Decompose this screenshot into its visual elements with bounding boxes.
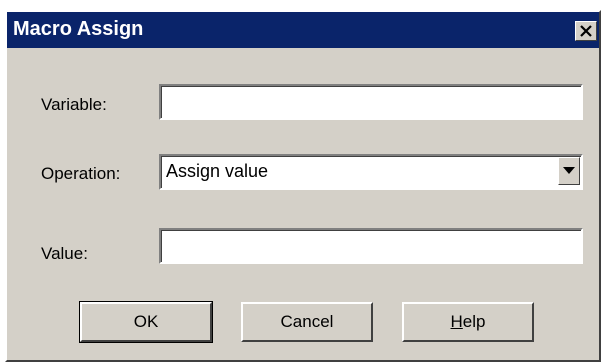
help-button-label: elp	[462, 312, 486, 331]
chevron-down-icon	[563, 167, 575, 174]
help-mnemonic: H	[450, 312, 463, 331]
close-button[interactable]	[575, 21, 597, 41]
operation-select[interactable]: Assign value	[159, 154, 583, 190]
value-label: Value:	[41, 244, 88, 263]
operation-label: Operation:	[41, 164, 121, 183]
operation-selected-value: Assign value	[166, 161, 269, 181]
dropdown-button[interactable]	[558, 157, 580, 185]
value-input[interactable]	[159, 228, 583, 264]
help-button[interactable]: Help	[402, 302, 534, 342]
title-bar[interactable]: Macro Assign	[7, 12, 599, 48]
variable-label: Variable:	[41, 95, 107, 114]
macro-assign-dialog: Macro Assign Variable: Operation: Assign…	[5, 10, 601, 362]
ok-button[interactable]: OK	[79, 301, 213, 343]
cancel-button[interactable]: Cancel	[241, 302, 373, 342]
cancel-button-label: Cancel	[280, 312, 334, 331]
close-icon	[580, 25, 592, 37]
ok-button-label: OK	[133, 312, 159, 331]
variable-input[interactable]	[159, 84, 583, 120]
dialog-title: Macro Assign	[13, 18, 144, 40]
